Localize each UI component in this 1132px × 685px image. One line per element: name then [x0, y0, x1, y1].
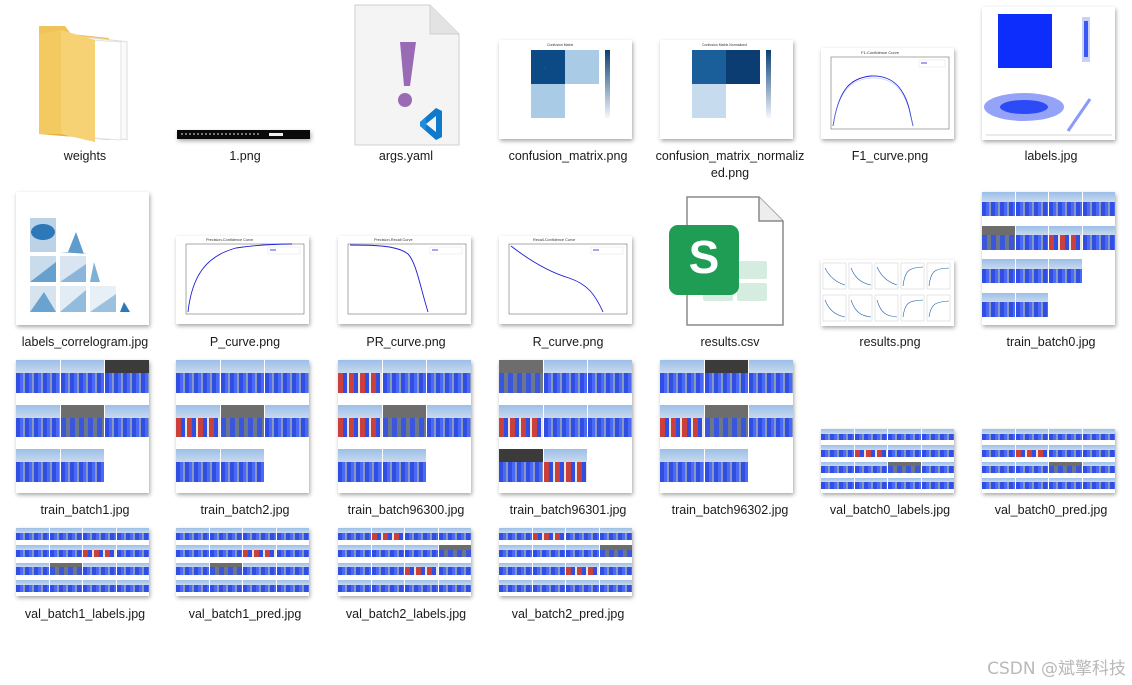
file-confusion-matrix-normalized-png[interactable]: Confusion Matrix Normalized confusion_ma…	[655, 8, 805, 183]
file-name: P_curve.png	[209, 335, 281, 349]
folder-icon	[39, 26, 128, 142]
file-name: R_curve.png	[532, 335, 604, 349]
file-name: 1.png	[229, 149, 261, 163]
file-train-batch1-jpg[interactable]: train_batch1.jpg	[10, 358, 160, 528]
file-val-batch2-labels-jpg[interactable]: val_batch2_labels.jpg	[331, 525, 481, 635]
vscode-file-icon	[354, 4, 460, 146]
file-name: val_batch1_labels.jpg	[24, 607, 146, 621]
chart-title: Precision-Confidence Curve	[206, 238, 253, 242]
image-thumbnail	[982, 7, 1115, 140]
image-thumbnail	[177, 130, 310, 139]
file-name: confusion_matrix.png	[508, 149, 628, 163]
image-thumbnail	[176, 528, 309, 596]
image-thumbnail	[16, 360, 149, 493]
file-val-batch2-pred-jpg[interactable]: val_batch2_pred.jpg	[493, 525, 643, 635]
file-name: val_batch2_pred.jpg	[511, 607, 625, 621]
file-labels-jpg[interactable]: labels.jpg	[976, 2, 1126, 178]
image-thumbnail: Recall-Confidence Curve	[499, 236, 632, 324]
image-thumbnail	[499, 528, 632, 596]
file-results-png[interactable]: results.png	[815, 190, 965, 360]
file-name: val_batch0_labels.jpg	[829, 503, 951, 517]
file-name: train_batch1.jpg	[40, 503, 130, 517]
file-val-batch1-labels-jpg[interactable]: val_batch1_labels.jpg	[10, 525, 160, 635]
file-name: train_batch2.jpg	[200, 503, 290, 517]
watermark: CSDN @斌擎科技	[987, 659, 1126, 679]
file-1-png[interactable]: 1.png	[170, 8, 320, 178]
file-name: results.csv	[700, 335, 760, 349]
chart-title: Confusion Matrix Normalized	[702, 43, 747, 47]
file-r-curve-png[interactable]: Recall-Confidence Curve R_curve.png	[493, 190, 643, 360]
file-val-batch0-pred-jpg[interactable]: val_batch0_pred.jpg	[976, 358, 1126, 528]
file-args-yaml[interactable]: args.yaml	[331, 4, 481, 178]
file-name: train_batch96301.jpg	[509, 503, 627, 517]
file-name: labels.jpg	[1024, 149, 1078, 163]
file-train-batch96302-jpg[interactable]: train_batch96302.jpg	[655, 358, 805, 528]
image-thumbnail	[499, 360, 632, 493]
file-f1-curve-png[interactable]: F1-Confidence Curve F1_curve.png	[815, 8, 965, 178]
file-name: confusion_matrix_normalized.png	[655, 149, 805, 180]
image-thumbnail	[982, 429, 1115, 493]
file-p-curve-png[interactable]: Precision-Confidence Curve P_curve.png	[170, 190, 320, 360]
image-thumbnail	[16, 528, 149, 596]
image-thumbnail	[660, 360, 793, 493]
chart-title: Confusion Matrix	[547, 43, 574, 47]
image-thumbnail: F1-Confidence Curve	[821, 48, 954, 139]
file-name: train_batch96300.jpg	[347, 503, 465, 517]
file-labels-correlogram-jpg[interactable]: labels_correlogram.jpg	[10, 190, 160, 360]
file-name: weights	[63, 149, 107, 163]
file-name: train_batch0.jpg	[1006, 335, 1096, 349]
chart-title: Recall-Confidence Curve	[533, 238, 575, 242]
image-thumbnail: Confusion Matrix Normalized	[660, 40, 793, 139]
image-thumbnail	[16, 192, 149, 325]
file-name: results.png	[859, 335, 921, 349]
spreadsheet-file-icon: S	[669, 196, 784, 326]
file-val-batch1-pred-jpg[interactable]: val_batch1_pred.jpg	[170, 525, 320, 635]
image-thumbnail	[821, 260, 954, 326]
file-train-batch96300-jpg[interactable]: train_batch96300.jpg	[331, 358, 481, 528]
file-name: val_batch0_pred.jpg	[994, 503, 1108, 517]
file-name: train_batch96302.jpg	[671, 503, 789, 517]
file-name: args.yaml	[378, 149, 434, 163]
file-train-batch0-jpg[interactable]: train_batch0.jpg	[976, 190, 1126, 360]
image-thumbnail	[176, 360, 309, 493]
file-train-batch2-jpg[interactable]: train_batch2.jpg	[170, 358, 320, 528]
svg-text:·: ·	[544, 65, 545, 69]
chart-title: Precision-Recall Curve	[374, 238, 413, 242]
file-name: labels_correlogram.jpg	[21, 335, 149, 349]
file-name: F1_curve.png	[851, 149, 929, 163]
folder-weights[interactable]: weights	[10, 8, 160, 178]
chart-title: F1-Confidence Curve	[861, 50, 900, 55]
image-thumbnail: Confusion Matrix ·	[499, 40, 632, 139]
image-thumbnail	[982, 192, 1115, 325]
file-pr-curve-png[interactable]: Precision-Recall Curve PR_curve.png	[331, 190, 481, 360]
file-name: val_batch1_pred.jpg	[188, 607, 302, 621]
file-name: val_batch2_labels.jpg	[345, 607, 467, 621]
image-thumbnail	[821, 429, 954, 493]
file-results-csv[interactable]: S results.csv	[655, 190, 805, 360]
image-thumbnail	[338, 360, 471, 493]
file-confusion-matrix-png[interactable]: Confusion Matrix · confusion_matrix.png	[493, 8, 643, 178]
image-thumbnail	[338, 528, 471, 596]
file-name: PR_curve.png	[366, 335, 446, 349]
spreadsheet-letter: S	[689, 231, 720, 283]
file-val-batch0-labels-jpg[interactable]: val_batch0_labels.jpg	[815, 358, 965, 528]
image-thumbnail: Precision-Recall Curve	[338, 236, 471, 324]
file-train-batch96301-jpg[interactable]: train_batch96301.jpg	[493, 358, 643, 528]
image-thumbnail: Precision-Confidence Curve	[176, 236, 309, 324]
